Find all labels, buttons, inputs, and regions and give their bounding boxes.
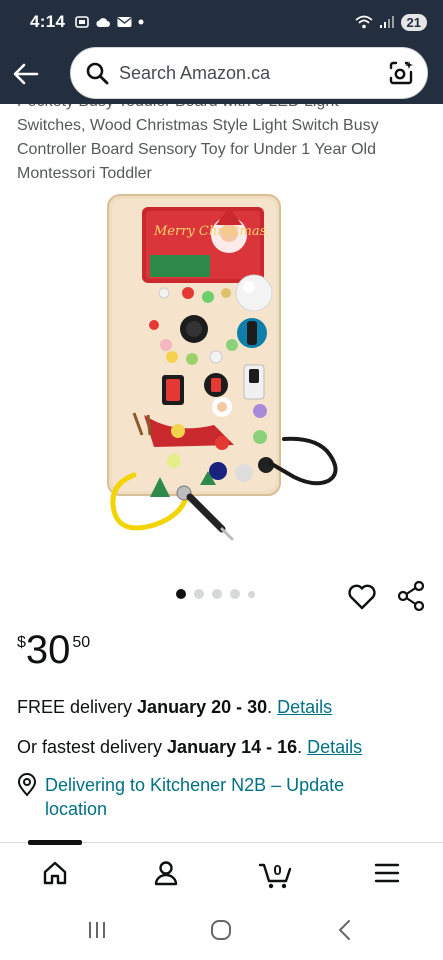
fast-delivery-suffix: . [297,737,308,757]
product-title-line: Switches, Wood Christmas Style Light Swi… [17,117,379,134]
back-button[interactable] [0,44,52,104]
heart-icon[interactable] [346,581,378,613]
home-icon [43,861,67,885]
search-header: Search Amazon.ca [0,44,443,104]
fast-delivery-details-link[interactable]: Details [307,737,362,757]
screenshot-icon [75,16,90,28]
dot-icon [138,19,144,25]
wifi-icon [354,15,373,29]
price-fraction: 50 [72,634,91,651]
battery-icon: 21 [400,13,427,31]
cart-count: 0 [273,862,281,879]
product-title-line: Pockety Busy Toddler Board with 8 LED Li… [17,104,427,114]
carousel-dot[interactable] [248,590,255,598]
nav-menu[interactable] [365,855,409,891]
recent-apps-icon [89,922,105,938]
status-right: 21 [354,13,427,31]
notification-icons [75,15,144,29]
image-carousel-dots[interactable] [176,589,255,599]
free-delivery-dates: January 20 - 30 [137,697,268,717]
cart-icon: 0 [258,862,292,889]
back-arrow-icon [13,63,39,85]
carousel-dot[interactable] [194,589,204,599]
home-circle-icon [211,920,231,940]
cloud-icon [96,18,111,27]
free-delivery-suffix: . [267,697,278,717]
delivery-location-link[interactable]: Delivering to Kitchener N2B – Update loc… [45,773,405,821]
nav-home[interactable] [33,855,77,891]
carousel-dot[interactable] [230,589,240,599]
camera-search-icon [389,61,413,85]
mail-icon [117,17,132,27]
share-icon[interactable] [395,580,427,612]
back-system-button[interactable] [331,918,359,942]
search-input[interactable]: Search Amazon.ca [70,47,428,99]
free-delivery-line: FREE delivery January 20 - 30. Details [17,695,332,719]
banner-text: Merry Christmas [153,224,267,239]
delivery-location[interactable]: Delivering to Kitchener N2B – Update loc… [17,773,405,821]
account-icon [154,861,178,886]
location-pin-icon [17,773,37,797]
price: $ 30 50 [17,628,90,672]
menu-icon [374,863,400,883]
product-title: Pockety Busy Toddler Board with 8 LED Li… [17,104,427,184]
free-delivery-details-link[interactable]: Details [277,697,332,717]
price-currency: $ [17,634,26,651]
nav-cart[interactable]: 0 [254,855,298,891]
back-chevron-icon [338,920,350,940]
nav-active-indicator [28,840,82,845]
search-placeholder[interactable]: Search Amazon.ca [119,63,387,84]
carousel-dot[interactable] [176,589,186,599]
product-title-line: Controller Board Sensory Toy for Under 1… [17,141,377,158]
signal-icon [379,16,394,28]
status-bar: 4:14 21 [0,0,443,44]
search-icon [86,62,109,85]
carousel-dot[interactable] [212,589,222,599]
fast-delivery-dates: January 14 - 16 [167,737,298,757]
product-title-line: Montessori Toddler [17,165,152,182]
price-whole: 30 [25,628,71,672]
status-time: 4:14 [30,12,66,31]
free-delivery-prefix: FREE delivery [17,697,138,717]
bottom-nav: 0 [0,840,443,900]
android-system-nav [0,900,443,960]
home-system-button[interactable] [207,918,235,942]
fast-delivery-prefix: Or fastest delivery [17,737,168,757]
camera-lens-button[interactable] [387,59,415,87]
fast-delivery-line: Or fastest delivery January 14 - 16. Det… [17,735,362,759]
product-image[interactable]: Merry Christmas [104,185,344,550]
recent-apps-button[interactable] [83,918,111,942]
nav-account[interactable] [144,855,188,891]
